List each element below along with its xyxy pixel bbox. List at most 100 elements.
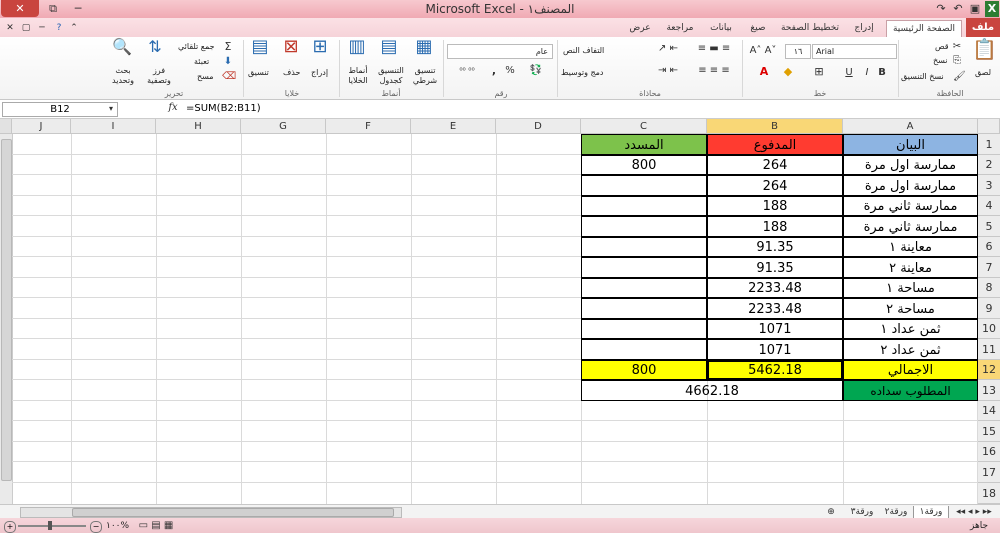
font-name-box[interactable]: Arial <box>812 44 897 59</box>
zoom-slider[interactable] <box>18 525 86 527</box>
cell-C2[interactable]: 800 <box>581 155 707 175</box>
conditional-format-button[interactable]: تنسيق شرطي <box>412 66 438 86</box>
autosum-button[interactable]: جمع تلقائي <box>178 42 215 52</box>
format-table-button[interactable]: التنسيق كجدول <box>374 66 408 86</box>
horizontal-scrollbar-thumb[interactable] <box>72 508 394 517</box>
italic-button[interactable]: I <box>861 66 873 80</box>
row-header[interactable]: 10 <box>978 319 1000 339</box>
indent-icons[interactable]: ⇥ ⇤ <box>650 64 686 78</box>
row-header[interactable]: 5 <box>978 216 1000 237</box>
borders-icon[interactable]: ⊞ <box>810 65 828 79</box>
cell-B10[interactable]: 1071 <box>707 319 843 339</box>
redo-icon[interactable]: ↷ <box>934 1 948 17</box>
row-header[interactable]: 2 <box>978 155 1000 175</box>
fill-button[interactable]: تعبئة <box>194 57 209 67</box>
ribbon-collapse-icon[interactable]: ⌃ <box>68 20 80 36</box>
cell-B11[interactable]: 1071 <box>707 339 843 360</box>
clear-button[interactable]: مسح <box>197 72 214 82</box>
format-painter-button[interactable]: نسخ التنسيق <box>901 72 944 82</box>
close-button[interactable]: ✕ <box>1 0 39 17</box>
fill-color-icon[interactable]: ◆ <box>779 65 797 79</box>
tab-formulas[interactable]: صيغ <box>744 20 772 36</box>
row-header[interactable]: 11 <box>978 339 1000 360</box>
insert-cells-button[interactable]: إدراج <box>311 68 328 78</box>
cell-B13-C13-merged[interactable]: 4662.18 <box>581 380 843 401</box>
column-header[interactable]: I <box>71 119 156 134</box>
cell-A6[interactable]: معاينة ١ <box>843 237 978 257</box>
insert-sheet-icon[interactable]: ⊕ <box>822 505 840 519</box>
vertical-scrollbar-top[interactable] <box>0 119 12 134</box>
tab-file[interactable]: ملف <box>966 18 1000 37</box>
sort-filter-icon[interactable]: ⇅ <box>143 39 167 55</box>
orientation-icon[interactable]: ↗ ⇤ <box>650 42 686 56</box>
cell-A3[interactable]: ممارسة اول مرة <box>843 175 978 196</box>
sheet-tab-3[interactable]: ورقة٣ <box>846 506 878 518</box>
column-header[interactable]: C <box>581 119 707 134</box>
tab-home[interactable]: الصفحة الرئيسية <box>886 20 962 38</box>
column-header[interactable]: E <box>411 119 496 134</box>
minimize-workbook-icon[interactable]: ─ <box>35 20 49 36</box>
row-header[interactable]: 9 <box>978 298 1000 319</box>
zoom-slider-thumb[interactable] <box>48 521 52 530</box>
row-header[interactable]: 17 <box>978 462 1000 483</box>
column-header[interactable]: A <box>843 119 978 134</box>
format-cells-icon[interactable]: ▤ <box>248 38 272 56</box>
vertical-align-icons[interactable]: ≡ ▬ ≡ <box>690 42 738 56</box>
row-header[interactable]: 3 <box>978 175 1000 196</box>
binoculars-icon[interactable]: 🔍 <box>110 39 134 55</box>
cell-B7[interactable]: 91.35 <box>707 257 843 278</box>
paste-icon[interactable]: 📋 <box>972 39 997 66</box>
horizontal-align-icons[interactable]: ≡ ≡ ≡ <box>690 64 738 78</box>
sheet-tab-2[interactable]: ورقة٢ <box>880 506 912 518</box>
column-header[interactable]: D <box>496 119 581 134</box>
copy-button[interactable]: نسخ <box>933 56 948 66</box>
zoom-out-icon[interactable]: − <box>90 521 102 533</box>
delete-cells-icon[interactable]: ⊠ <box>279 38 303 56</box>
zoom-level[interactable]: ١٠٠% <box>106 521 129 531</box>
currency-icon[interactable]: 💱 <box>528 64 544 78</box>
bold-button[interactable]: B <box>876 66 888 80</box>
cell-C6[interactable] <box>581 237 707 257</box>
restore-workbook-icon[interactable]: ▢ <box>19 20 33 36</box>
cell-C11[interactable] <box>581 339 707 360</box>
comma-button[interactable]: , <box>488 64 500 78</box>
column-header[interactable]: F <box>326 119 411 134</box>
cell-C5[interactable] <box>581 216 707 237</box>
cell-C9[interactable] <box>581 298 707 319</box>
cell-A12[interactable]: الاجمالي <box>843 360 978 380</box>
cell-B4[interactable]: 188 <box>707 196 843 216</box>
cell-A7[interactable]: معاينة ٢ <box>843 257 978 278</box>
cell-styles-button[interactable]: أنماط الخلايا <box>344 66 372 86</box>
delete-cells-button[interactable]: حذف <box>283 68 300 78</box>
tab-review[interactable]: مراجعة <box>662 20 698 36</box>
cell-B6[interactable]: 91.35 <box>707 237 843 257</box>
column-header[interactable]: G <box>241 119 326 134</box>
underline-button[interactable]: U <box>843 66 855 80</box>
font-color-icon[interactable]: A <box>755 65 773 79</box>
number-format-box[interactable]: عام <box>447 44 553 59</box>
column-header[interactable]: J <box>12 119 71 134</box>
tab-view[interactable]: عرض <box>624 20 656 36</box>
formula-input[interactable]: =SUM(B2:B11) <box>186 102 261 116</box>
save-icon[interactable]: ▣ <box>968 1 982 17</box>
cell-C1[interactable]: المسدد <box>581 134 707 155</box>
paste-button[interactable]: لصق <box>975 68 991 78</box>
tab-data[interactable]: بيانات <box>704 20 738 36</box>
cell-C3[interactable] <box>581 175 707 196</box>
insert-function-button[interactable]: fx <box>164 101 182 115</box>
insert-cells-icon[interactable]: ⊞ <box>308 38 332 56</box>
row-header[interactable]: 6 <box>978 237 1000 257</box>
cell-B12-active[interactable]: 5462.18 <box>707 360 843 380</box>
cut-button[interactable]: قص <box>935 42 949 52</box>
row-header[interactable]: 1 <box>978 134 1000 155</box>
row-header[interactable]: 4 <box>978 196 1000 216</box>
cell-A2[interactable]: ممارسة اول مرة <box>843 155 978 175</box>
row-header[interactable]: 7 <box>978 257 1000 278</box>
column-header[interactable]: H <box>156 119 241 134</box>
name-box[interactable]: B12 <box>2 102 118 117</box>
cell-A1[interactable]: البيان <box>843 134 978 155</box>
cell-styles-icon[interactable]: ▥ <box>344 38 370 56</box>
help-icon[interactable]: ? <box>52 20 66 36</box>
row-header[interactable]: 8 <box>978 278 1000 298</box>
row-header[interactable]: 15 <box>978 421 1000 442</box>
